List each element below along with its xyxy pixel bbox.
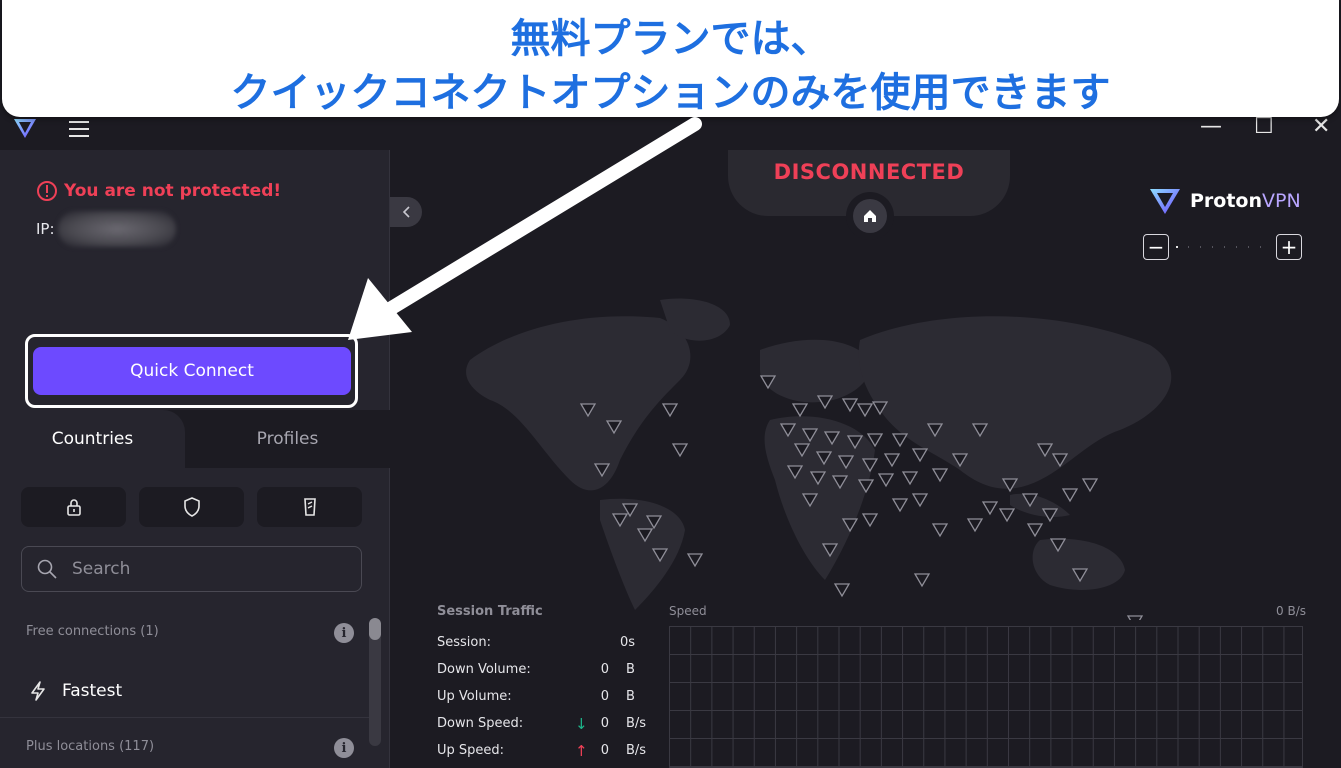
brand-name-vpn: VPN xyxy=(1262,190,1301,212)
server-marker-icon[interactable] xyxy=(841,398,859,413)
zoom-slider[interactable] xyxy=(1176,246,1272,248)
brand-name: ProtonVPN xyxy=(1190,190,1301,212)
traffic-row-unit: B xyxy=(626,689,635,704)
server-marker-icon[interactable] xyxy=(966,518,984,533)
server-marker-icon[interactable] xyxy=(1126,615,1144,620)
quick-connect-button[interactable]: Quick Connect xyxy=(33,347,351,395)
free-connections-label: Free connections (1) xyxy=(26,624,159,639)
server-marker-icon[interactable] xyxy=(861,513,879,528)
server-marker-icon[interactable] xyxy=(1061,488,1079,503)
lightning-icon xyxy=(31,680,45,701)
up-arrow-icon: ↑ xyxy=(575,742,588,760)
secure-core-filter-button[interactable] xyxy=(21,487,126,527)
server-marker-icon[interactable] xyxy=(891,433,909,448)
server-marker-icon[interactable] xyxy=(901,471,919,486)
home-icon xyxy=(864,210,876,222)
server-marker-icon[interactable] xyxy=(791,403,809,418)
server-marker-icon[interactable] xyxy=(856,403,874,418)
traffic-row-unit: B xyxy=(626,662,635,677)
server-marker-icon[interactable] xyxy=(833,583,851,598)
server-marker-icon[interactable] xyxy=(1081,478,1099,493)
server-marker-icon[interactable] xyxy=(913,573,931,588)
traffic-row-label: Up Volume: xyxy=(437,689,512,704)
ip-label: IP: xyxy=(36,220,55,238)
traffic-row-label: Down Speed: xyxy=(437,716,524,731)
connection-status-text: DISCONNECTED xyxy=(773,160,965,184)
annotation-arrow-icon xyxy=(348,117,702,340)
ip-address-redacted xyxy=(58,211,176,247)
traffic-row-label: Up Speed: xyxy=(437,743,505,758)
traffic-row: Down Speed: 0 B/s ↓ xyxy=(437,715,657,734)
server-marker-icon[interactable] xyxy=(931,468,949,483)
server-marker-icon[interactable] xyxy=(998,508,1016,523)
traffic-row: Up Speed: 0 B/s ↑ xyxy=(437,742,657,761)
protection-status-text: You are not protected! xyxy=(64,181,282,201)
session-traffic-title: Session Traffic xyxy=(437,604,543,619)
traffic-row-label: Session: xyxy=(437,635,491,650)
traffic-row-unit: B/s xyxy=(626,743,647,758)
traffic-row-label: Down Volume: xyxy=(437,662,531,677)
p2p-filter-button[interactable] xyxy=(139,487,244,527)
server-marker-icon[interactable] xyxy=(1026,523,1044,538)
home-button-inner xyxy=(853,199,887,233)
server-marker-icon[interactable] xyxy=(911,493,929,508)
plus-info-icon[interactable]: i xyxy=(334,738,354,758)
proton-vpn-brand-icon xyxy=(1150,189,1180,214)
server-marker-icon[interactable] xyxy=(661,403,679,418)
traffic-row-value: 0s xyxy=(619,635,635,650)
free-info-icon[interactable]: i xyxy=(334,623,354,643)
tor-icon xyxy=(303,498,316,516)
proton-vpn-logo-icon xyxy=(14,119,36,138)
search-icon xyxy=(37,559,57,579)
speed-graph xyxy=(669,626,1303,768)
server-marker-icon[interactable] xyxy=(816,395,834,410)
down-arrow-icon: ↓ xyxy=(575,715,588,733)
sidebar-scrollbar-thumb[interactable] xyxy=(369,618,381,640)
traffic-row-unit: B/s xyxy=(626,716,647,731)
search-box[interactable] xyxy=(21,546,362,592)
traffic-row: Down Volume: 0 B xyxy=(437,662,657,680)
server-marker-icon[interactable] xyxy=(877,473,895,488)
speed-graph-label: Speed xyxy=(669,604,707,618)
fastest-label: Fastest xyxy=(62,680,123,701)
plus-locations-label: Plus locations (117) xyxy=(26,739,155,754)
server-marker-icon[interactable] xyxy=(931,523,949,538)
traffic-row: Session: 0s xyxy=(437,635,657,653)
server-marker-icon[interactable] xyxy=(671,443,689,458)
tab-countries[interactable]: Countries xyxy=(0,410,185,468)
home-button[interactable] xyxy=(846,192,894,240)
brand: ProtonVPN xyxy=(1148,186,1301,216)
hamburger-menu-icon[interactable] xyxy=(66,118,92,140)
traffic-row: Up Volume: 0 B xyxy=(437,689,657,707)
server-marker-icon[interactable] xyxy=(891,498,909,513)
protection-status: You are not protected! xyxy=(36,180,281,202)
zoom-out-button[interactable]: − xyxy=(1143,234,1169,260)
speed-graph-max: 0 B/s xyxy=(1276,604,1306,618)
search-input[interactable] xyxy=(70,558,354,580)
server-marker-icon[interactable] xyxy=(911,448,929,463)
fastest-server-row[interactable]: Fastest xyxy=(0,664,370,718)
zoom-in-button[interactable]: + xyxy=(1276,234,1302,260)
brand-name-main: Proton xyxy=(1190,190,1263,212)
warning-icon xyxy=(37,181,57,201)
traffic-row-value: 0 xyxy=(600,662,609,677)
server-marker-icon[interactable] xyxy=(686,553,704,568)
tor-filter-button[interactable] xyxy=(257,487,362,527)
shield-icon xyxy=(183,497,200,517)
traffic-row-value: 0 xyxy=(600,689,609,704)
server-marker-icon[interactable] xyxy=(883,453,901,468)
tab-profiles[interactable]: Profiles xyxy=(185,410,390,468)
lock-icon xyxy=(66,499,81,516)
server-marker-icon[interactable] xyxy=(981,501,999,516)
annotation-text-line1: 無料プランでは、 xyxy=(510,16,831,62)
